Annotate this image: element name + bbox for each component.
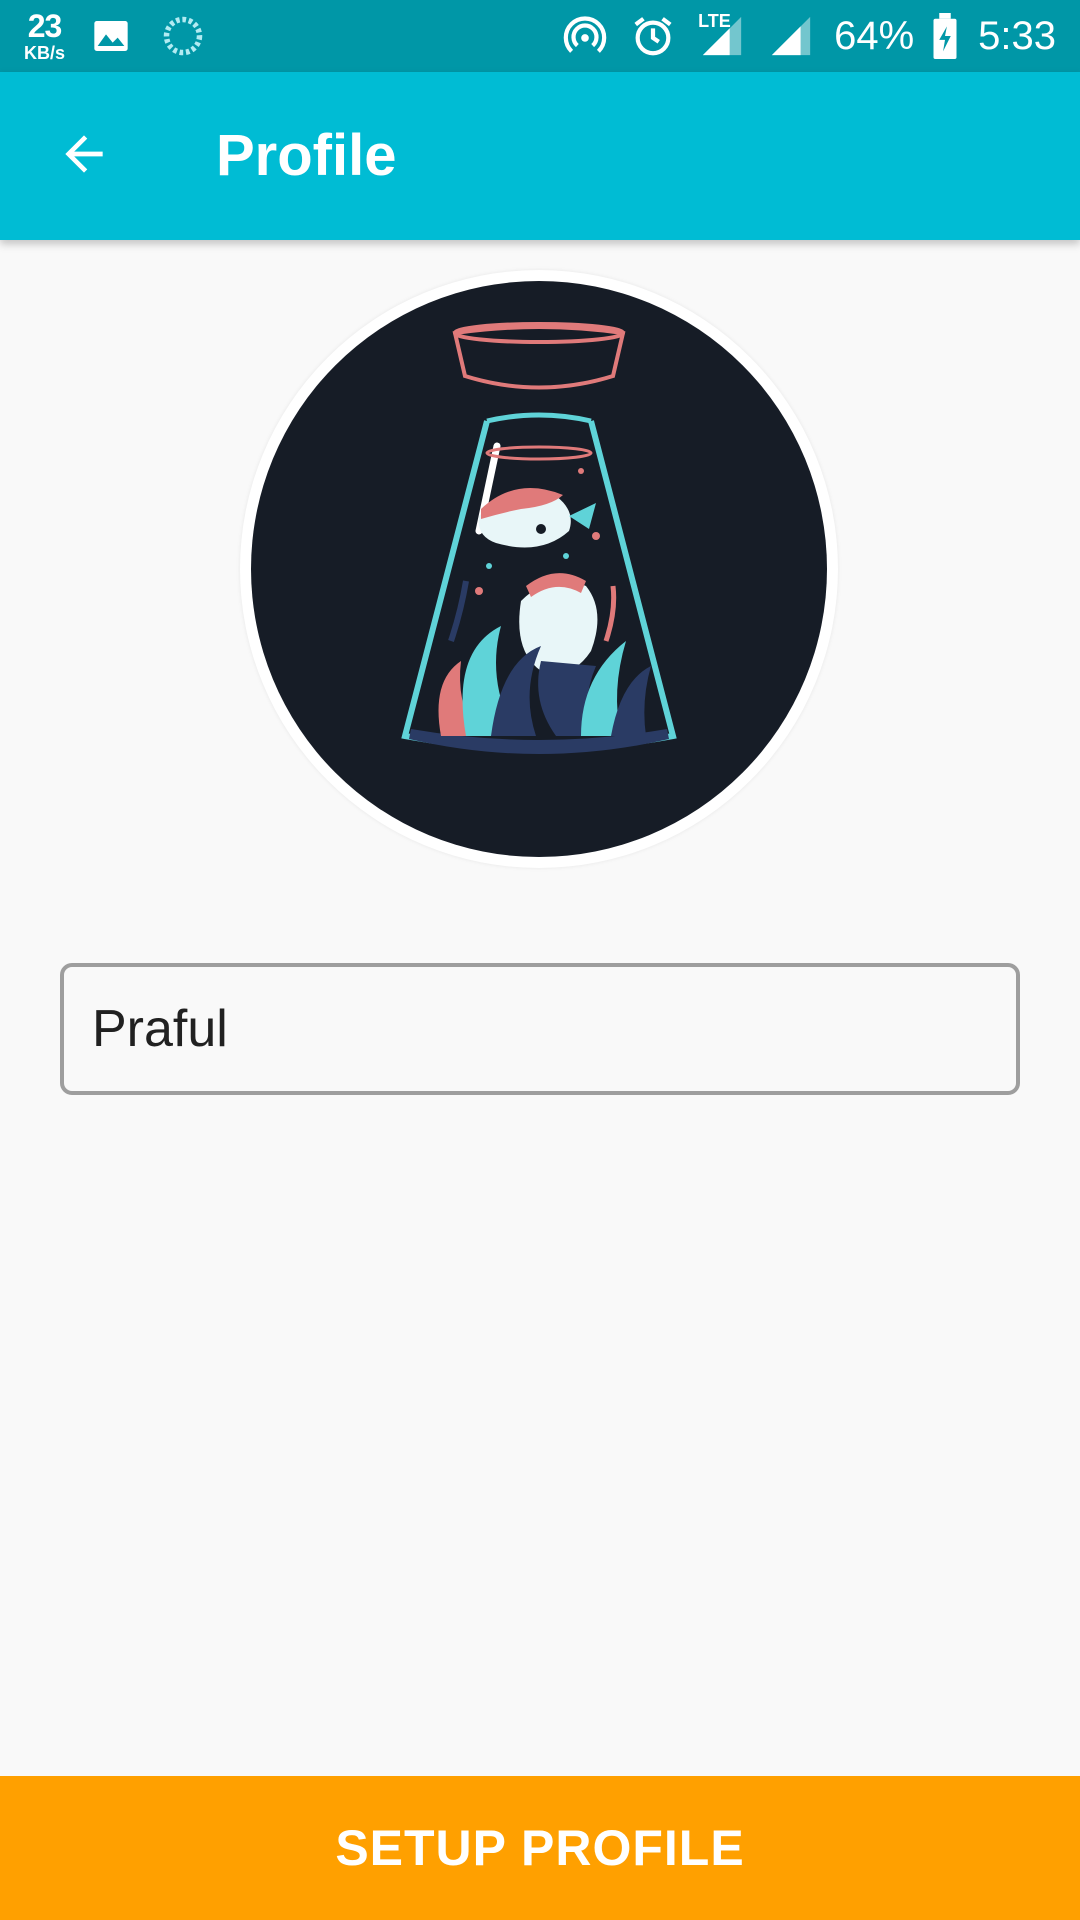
lte-signal-icon: LTE bbox=[698, 11, 746, 59]
alarm-icon bbox=[630, 13, 676, 59]
lte-label: LTE bbox=[698, 11, 731, 31]
avatar-illustration bbox=[401, 322, 677, 754]
avatar-frame[interactable] bbox=[240, 270, 838, 868]
app-bar: Profile bbox=[0, 72, 1080, 240]
status-bar: 23 KB/s LTE 64% 5:33 bbox=[0, 0, 1080, 72]
status-bar-right: LTE 64% 5:33 bbox=[540, 11, 1056, 59]
hotspot-icon bbox=[562, 13, 608, 59]
network-speed: 23 KB/s bbox=[24, 10, 65, 62]
name-input[interactable] bbox=[60, 963, 1020, 1095]
page-title: Profile bbox=[216, 123, 397, 188]
sync-icon bbox=[161, 14, 205, 58]
avatar-image bbox=[251, 281, 827, 857]
clock: 5:33 bbox=[978, 13, 1056, 58]
network-speed-unit: KB/s bbox=[24, 43, 66, 63]
network-speed-value: 23 bbox=[27, 8, 63, 44]
back-button[interactable] bbox=[44, 116, 124, 196]
image-icon bbox=[91, 16, 131, 56]
battery-percent: 64% bbox=[834, 13, 915, 58]
arrow-back-icon bbox=[56, 126, 112, 187]
status-bar-left: 23 KB/s bbox=[24, 10, 205, 62]
setup-profile-button[interactable]: SETUP PROFILE bbox=[0, 1776, 1080, 1920]
battery-charging-icon bbox=[930, 13, 960, 59]
signal-icon bbox=[768, 13, 814, 59]
